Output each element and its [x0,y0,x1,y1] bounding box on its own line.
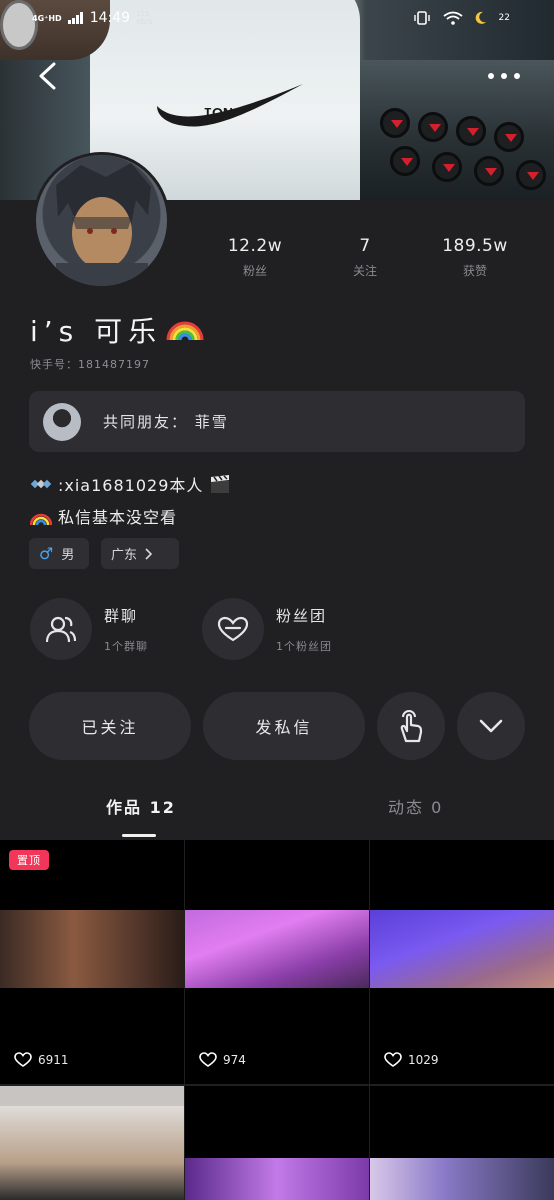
stat-followers[interactable]: 12.2w 粉丝 [200,236,310,279]
works-grid: 置顶 6911 974 1029 [0,840,554,1200]
wifi-icon [442,11,463,25]
poke-button[interactable] [377,692,445,760]
male-icon: ♂ [39,544,54,563]
bio-line-2: 私信基本没空看 [30,504,177,528]
expand-button[interactable] [457,692,525,760]
profile-avatar[interactable] [33,152,170,289]
work-thumbnail [185,910,369,988]
work-thumbnail [0,1106,184,1200]
more-options-button[interactable] [484,60,524,92]
svg-text:NO1: NO1 [204,105,233,121]
stat-likes[interactable]: 189.5w 获赞 [420,236,530,279]
chevron-left-icon [39,62,56,90]
mutual-friends-card[interactable]: 共同朋友： 菲雪 [29,391,525,452]
like-count: 1029 [408,1053,439,1067]
work-tile[interactable]: 置顶 6911 [0,840,184,1084]
work-tile[interactable] [0,1086,184,1200]
tab-works[interactable]: 作品 12 [106,794,176,818]
work-tile[interactable]: 974 [185,840,369,1084]
tap-hand-icon [400,710,423,743]
avatar-illustration [56,163,151,286]
more-dots-icon [488,73,520,79]
network-speed: 115 KB/S [136,10,153,26]
network-type: 4G⁺HD [32,13,62,23]
region-tag[interactable]: 广东 [101,538,179,569]
group-chat-subtitle: 1个群聊 [104,639,148,653]
back-button[interactable] [30,58,66,94]
group-chat-title: 群聊 [104,606,139,625]
bio-line-1: :xia1681029本人 [30,472,231,496]
gender-tag: ♂ 男 [29,538,89,569]
satellite-icon [30,479,52,489]
work-thumbnail [0,910,184,988]
send-message-button[interactable]: 发私信 [203,692,365,760]
pinned-badge: 置顶 [9,850,49,870]
work-tile[interactable] [185,1086,369,1200]
clapperboard-icon [211,475,230,493]
like-count: 6911 [38,1053,69,1067]
heart-outline-icon [14,1052,32,1067]
tab-moments[interactable]: 动态 0 [388,794,443,818]
like-count: 974 [223,1053,246,1067]
cover-swoosh-logo: NO1 [157,84,303,127]
fan-club-subtitle: 1个粉丝团 [276,639,332,653]
status-bar: 4G⁺HD 14:49 115 KB/S 22 [0,10,554,34]
mutual-friend-avatar [43,402,81,441]
work-tile[interactable]: 1029 [370,840,554,1084]
rainbow-icon [30,513,52,526]
work-thumbnail [185,1158,369,1200]
profile-nickname: i’s 可乐 [30,310,204,350]
vibrate-icon [413,11,430,25]
work-tile[interactable] [370,1086,554,1200]
heart-outline-icon [199,1052,217,1067]
fan-club-entry[interactable]: 粉丝团 1个粉丝团 [202,598,332,660]
group-icon [46,616,76,643]
clock: 14:49 [89,10,131,26]
content-tabs: 作品 12 动态 0 [0,794,554,840]
stat-following[interactable]: 7 关注 [310,236,420,279]
battery-level: 22 [498,13,510,23]
chevron-down-icon [479,719,503,733]
active-tab-indicator [122,834,156,837]
work-thumbnail [370,1158,554,1200]
rainbow-icon [166,321,204,341]
fan-club-title: 粉丝团 [276,606,328,625]
account-id: 快手号：181487197 [30,358,150,371]
group-chat-entry[interactable]: 群聊 1个群聊 [30,598,148,660]
chevron-right-icon [145,547,153,560]
heart-icon [217,616,249,642]
battery-moon-icon [475,11,486,24]
signal-icon [67,12,83,24]
mutual-friends-text: 共同朋友： 菲雪 [103,413,229,431]
heart-outline-icon [384,1052,402,1067]
profile-stats: 12.2w 粉丝 7 关注 189.5w 获赞 [200,236,530,279]
cover-gym-background [360,60,554,200]
followed-button[interactable]: 已关注 [29,692,191,760]
work-thumbnail [370,910,554,988]
